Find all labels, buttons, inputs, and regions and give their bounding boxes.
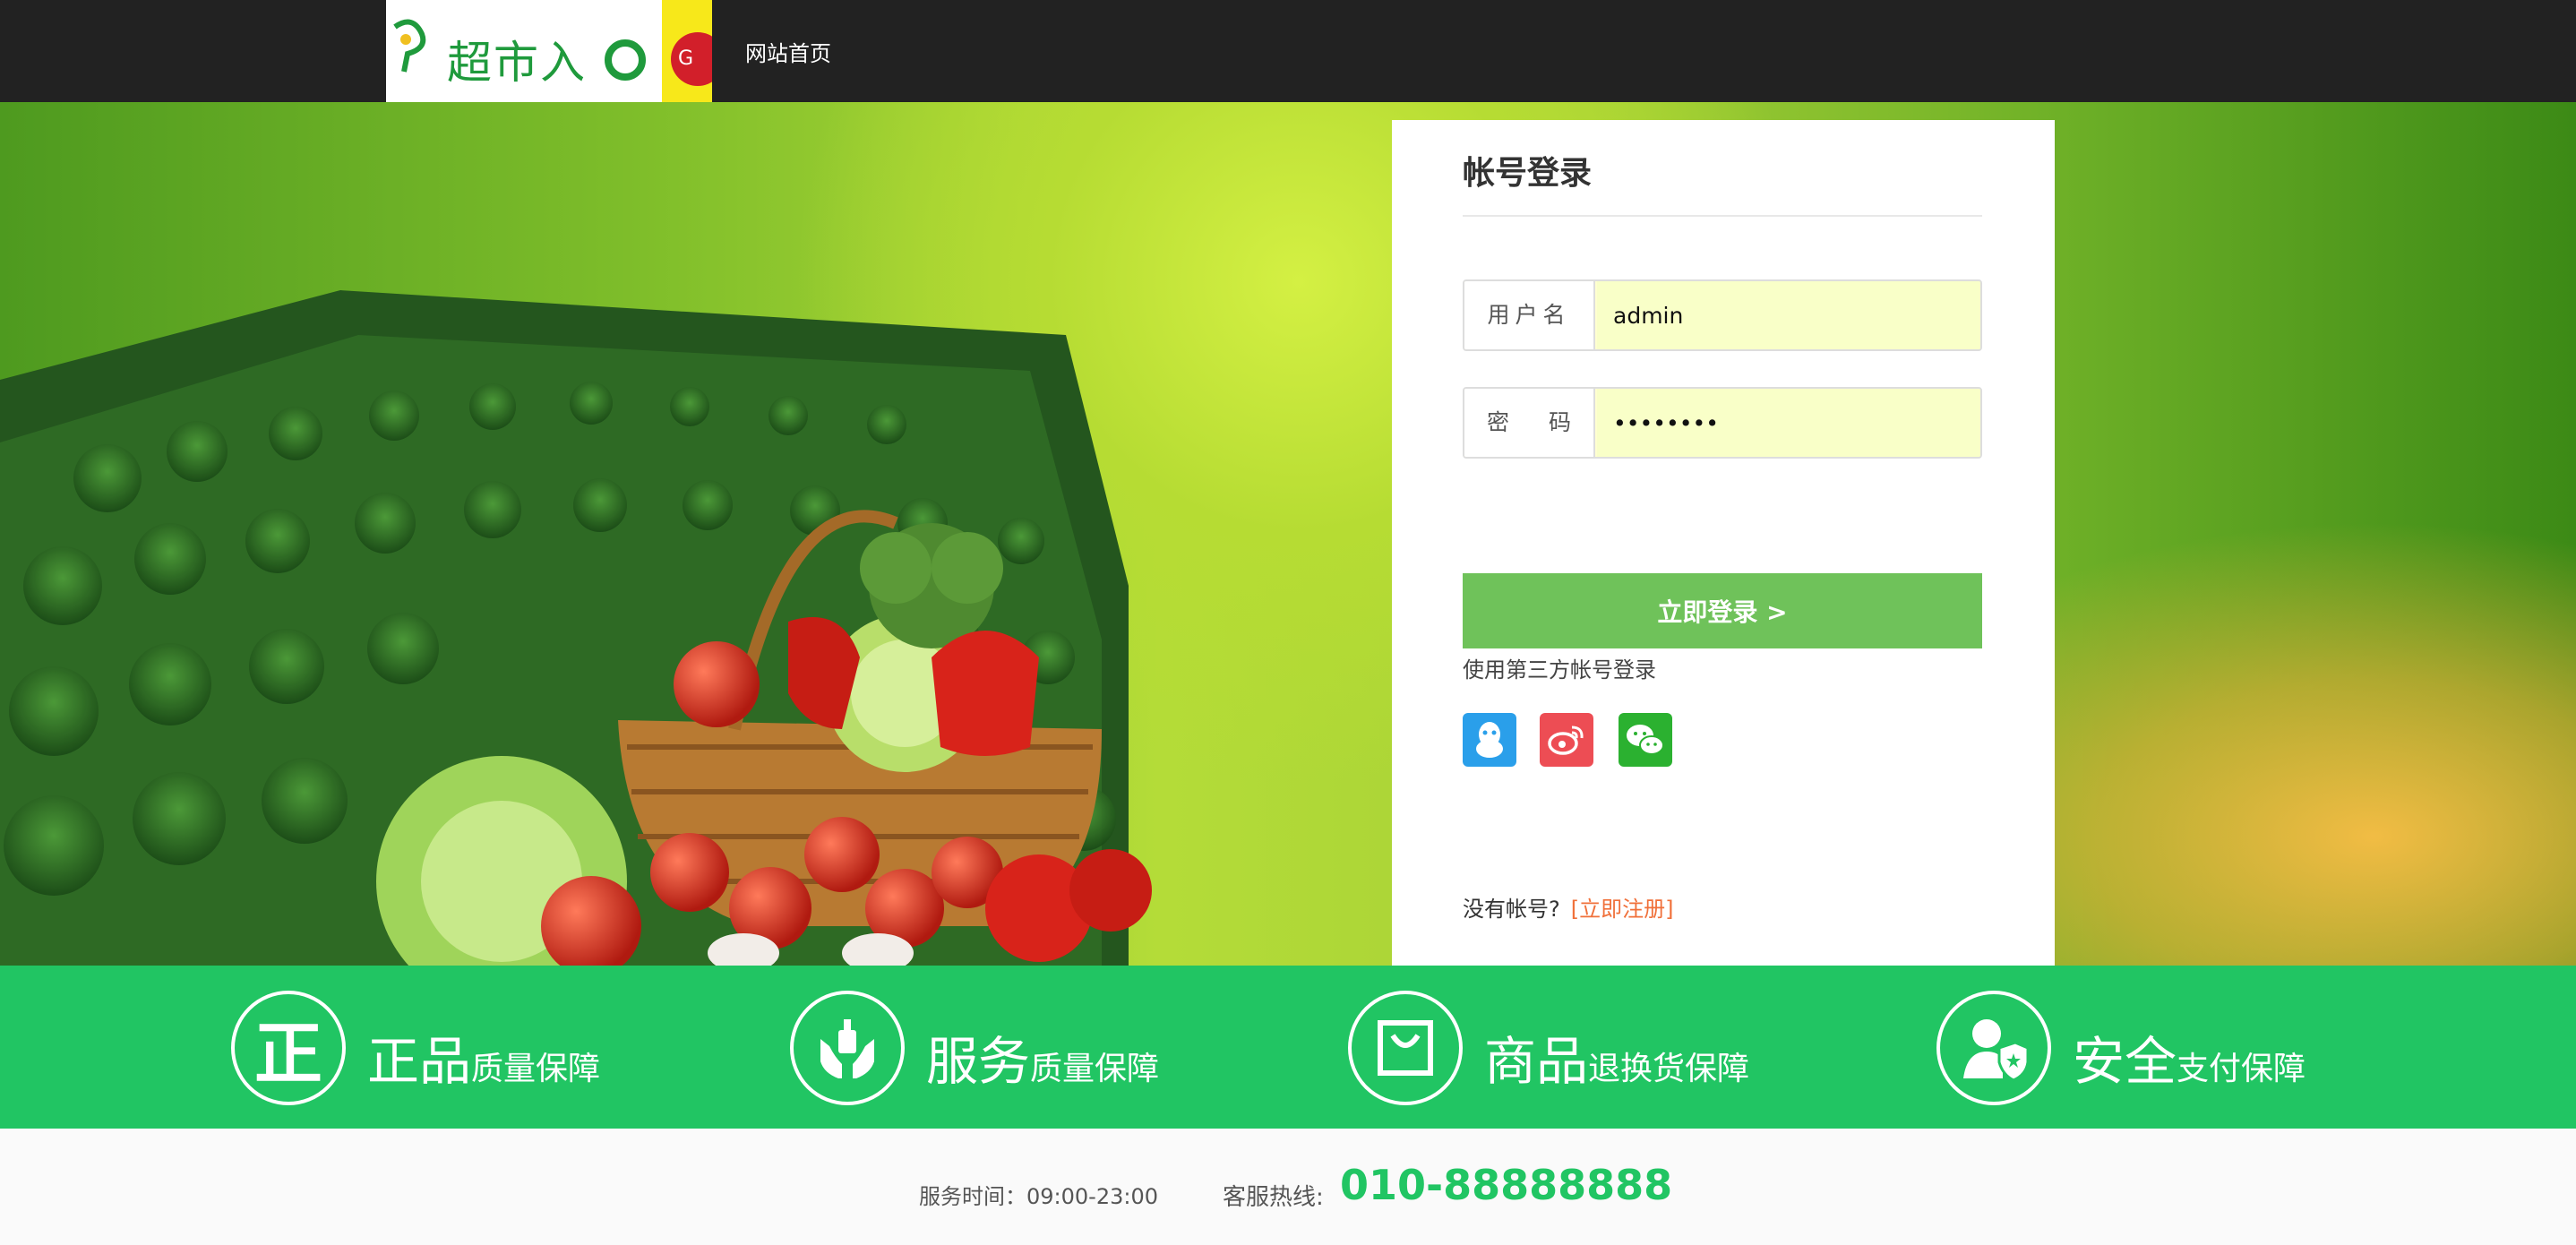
logo-mark-icon [393,19,426,73]
guarantee-title: 服务 [926,1031,1031,1092]
hotline-label: 客服热线: [1223,1184,1324,1211]
register-prompt: 没有帐号? [立即注册] [1463,891,1673,923]
register-link[interactable]: [立即注册] [1571,897,1674,922]
password-label: 密 码 [1464,389,1595,457]
secure-user-shield-icon [1936,991,2051,1105]
logo-ring-icon [605,39,646,81]
hero-banner [0,102,2576,966]
login-submit-button[interactable]: 立即登录 > [1463,573,1982,648]
genuine-icon: 正 [231,991,346,1105]
top-bar: 超市入 G 网站首页 [0,0,2576,121]
shopping-bag-icon [1348,991,1463,1105]
qq-icon [1476,722,1503,758]
login-title: 帐号登录 [1463,155,1593,192]
guarantee-subtitle: 退换货保障 [1588,1051,1750,1087]
footer: 服务时间：09:00-23:00 客服热线: 010-88888888 [0,1129,2576,1245]
guarantee-subtitle: 质量保障 [1030,1051,1160,1087]
guarantee-title: 安全 [2073,1031,2177,1092]
login-divider [1463,215,1982,217]
guarantee-title: 正品 [367,1031,472,1092]
weibo-icon [1548,726,1584,755]
guarantee-subtitle: 支付保障 [2177,1051,2306,1087]
qq-login-button[interactable] [1463,713,1516,767]
username-input[interactable] [1597,281,1980,349]
wechat-icon [1627,725,1664,755]
wechat-login-button[interactable] [1619,713,1672,767]
username-field: 用户名 [1463,279,1982,351]
password-field: 密 码 [1463,387,1982,459]
login-panel: 帐号登录 用户名 密 码 立即登录 > 使用第三方帐号登录 [1392,120,2055,966]
no-account-text: 没有帐号? [1463,897,1560,922]
logo-badge-area: G [662,0,712,107]
service-time: 服务时间：09:00-23:00 [919,1184,1158,1209]
guarantee-title: 商品 [1484,1031,1589,1092]
weibo-login-button[interactable] [1540,713,1593,767]
third-party-login-title: 使用第三方帐号登录 [1463,657,1656,683]
password-input[interactable] [1597,389,1980,457]
hotline-number: 010-88888888 [1340,1161,1673,1209]
vegetable-field-illustration [0,290,1152,966]
logo-text: 超市入 [447,37,587,89]
guarantee-bar: 正 正品质量保障 服务质量保障 商品退换货保障 安全支付保障 [0,966,2576,1129]
service-hands-icon [790,991,905,1105]
nav-home-link[interactable]: 网站首页 [745,36,831,67]
username-label: 用户名 [1464,281,1595,349]
guarantee-subtitle: 质量保障 [471,1051,601,1087]
logo-badge: G [671,32,712,86]
